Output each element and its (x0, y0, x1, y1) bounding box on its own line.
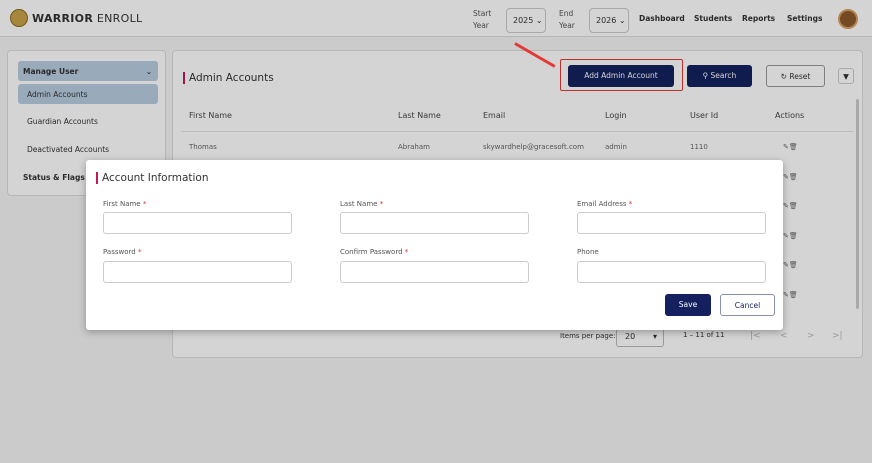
phone-label: Phone (577, 248, 599, 256)
confirm-password-input[interactable] (340, 261, 529, 283)
first-name-label: First Name * (103, 200, 147, 208)
cancel-button[interactable]: Cancel (720, 294, 775, 316)
confirm-password-label: Confirm Password * (340, 248, 409, 256)
last-name-label: Last Name * (340, 200, 384, 208)
email-label: Email Address * (577, 200, 633, 208)
email-input[interactable] (577, 212, 766, 234)
password-input[interactable] (103, 261, 292, 283)
account-information-modal: Account Information First Name * Last Na… (86, 160, 783, 330)
save-button[interactable]: Save (665, 294, 711, 316)
modal-title: Account Information (96, 172, 209, 184)
password-label: Password * (103, 248, 142, 256)
last-name-input[interactable] (340, 212, 529, 234)
phone-input[interactable] (577, 261, 766, 283)
first-name-input[interactable] (103, 212, 292, 234)
